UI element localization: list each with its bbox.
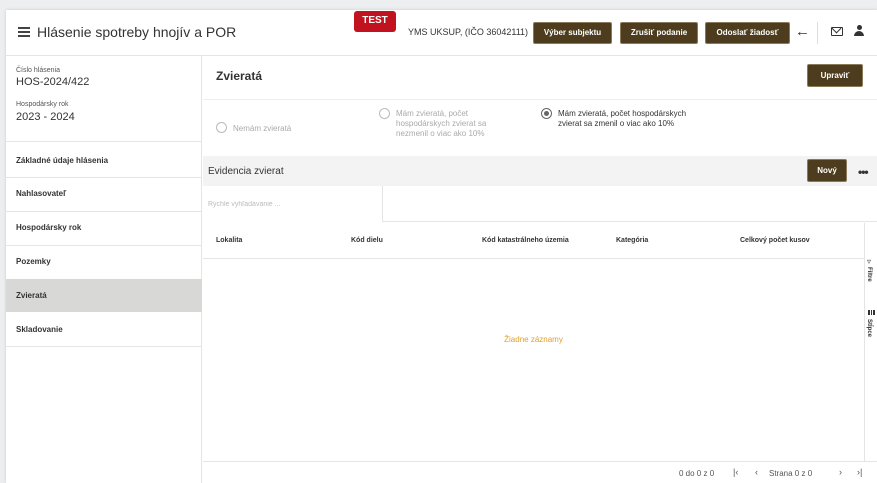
sidebar-item-nahlasovatel[interactable]: Nahlasovateľ: [6, 177, 202, 210]
column-header-kod-dielu[interactable]: Kód dielu: [351, 237, 383, 244]
column-header-kod-katastralneho-uzemia[interactable]: Kód katastrálneho územia: [482, 237, 569, 244]
grid-side-panel: ▿ Filtre Stĺpce: [864, 223, 877, 461]
report-number-value: HOS-2024/422: [16, 76, 90, 88]
next-page-icon[interactable]: ›: [839, 467, 842, 477]
report-number-label: Číslo hlásenia: [16, 67, 60, 74]
subject-info: YMS UKSUP, (IČO 36042111): [408, 27, 529, 37]
more-options-icon[interactable]: •••: [858, 165, 869, 179]
submit-request-button[interactable]: Odoslať žiadosť: [705, 22, 790, 44]
list-toolbar: Evidencia zvierat: [203, 156, 877, 186]
sidebar-divider: [6, 346, 202, 347]
sidebar-item-zvierata[interactable]: Zvieratá: [6, 279, 202, 312]
back-arrow-icon[interactable]: ←: [795, 23, 810, 40]
first-page-icon[interactable]: |‹: [733, 467, 738, 477]
columns-tab[interactable]: Stĺpce: [866, 319, 872, 337]
animals-option-group: Nemám zvieratá Mám zvieratá, počet hospo…: [203, 99, 877, 156]
grid-body: Žiadne záznamy: [203, 259, 864, 461]
sidebar-item-pozemky[interactable]: Pozemky: [6, 245, 202, 278]
pagination-page: Strana 0 z 0: [769, 469, 813, 478]
search-row: [203, 186, 877, 222]
empty-state-message: Žiadne záznamy: [504, 335, 563, 344]
page-title: Zvieratá: [216, 69, 263, 83]
last-page-icon[interactable]: ›|: [857, 467, 862, 477]
app-window: Hlásenie spotreby hnojív a POR TEST YMS …: [6, 10, 877, 483]
mail-icon[interactable]: [831, 27, 843, 36]
top-bar: Hlásenie spotreby hnojív a POR TEST YMS …: [6, 10, 877, 56]
main-content: Zvieratá Upraviť Nemám zvieratá Mám zvie…: [203, 56, 877, 483]
radio-animals-changed[interactable]: [541, 108, 552, 119]
sidebar-divider: [6, 141, 202, 142]
column-header-celkovy-pocet[interactable]: Celkový počet kusov: [740, 237, 810, 244]
quick-search-input[interactable]: [203, 186, 383, 222]
list-title: Evidencia zvierat: [208, 166, 284, 177]
edit-button[interactable]: Upraviť: [807, 64, 863, 87]
business-year-value: 2023 - 2024: [16, 111, 75, 123]
radio-animals-unchanged-label: Mám zvieratá, počet hospodárskych zviera…: [396, 109, 487, 138]
user-icon[interactable]: [854, 25, 864, 37]
hamburger-menu-icon[interactable]: [18, 27, 30, 37]
radio-animals-unchanged[interactable]: [379, 108, 390, 119]
app-title: Hlásenie spotreby hnojív a POR: [37, 24, 237, 40]
new-record-button[interactable]: Nový: [807, 159, 847, 182]
toolbar-divider: [817, 22, 818, 44]
business-year-label: Hospodársky rok: [16, 101, 69, 108]
cancel-submission-button[interactable]: Zrušiť podanie: [620, 22, 698, 44]
sidebar-item-zakladne-udaje[interactable]: Základné údaje hlásenia: [6, 144, 202, 177]
pagination: 0 do 0 z 0 |‹ ‹ Strana 0 z 0 › ›|: [203, 461, 877, 483]
grid-header: Lokalita Kód dielu Kód katastrálneho úze…: [203, 223, 864, 259]
columns-icon[interactable]: [868, 310, 875, 315]
column-header-lokalita[interactable]: Lokalita: [216, 237, 242, 244]
sidebar-item-skladovanie[interactable]: Skladovanie: [6, 313, 202, 346]
sidebar: Číslo hlásenia HOS-2024/422 Hospodársky …: [6, 56, 202, 483]
pagination-range: 0 do 0 z 0: [679, 469, 715, 478]
sidebar-item-hospodarsky-rok[interactable]: Hospodársky rok: [6, 211, 202, 244]
select-subject-button[interactable]: Výber subjektu: [533, 22, 612, 44]
radio-animals-changed-label: Mám zvieratá, počet hospodárskych zviera…: [558, 109, 687, 128]
filter-icon[interactable]: ▿: [867, 257, 871, 266]
column-header-kategoria[interactable]: Kategória: [616, 237, 648, 244]
radio-no-animals-label: Nemám zvieratá: [233, 124, 292, 133]
previous-page-icon[interactable]: ‹: [755, 467, 758, 477]
radio-no-animals[interactable]: [216, 122, 227, 133]
test-badge: TEST: [354, 11, 396, 32]
filters-tab[interactable]: Filtre: [866, 267, 872, 282]
